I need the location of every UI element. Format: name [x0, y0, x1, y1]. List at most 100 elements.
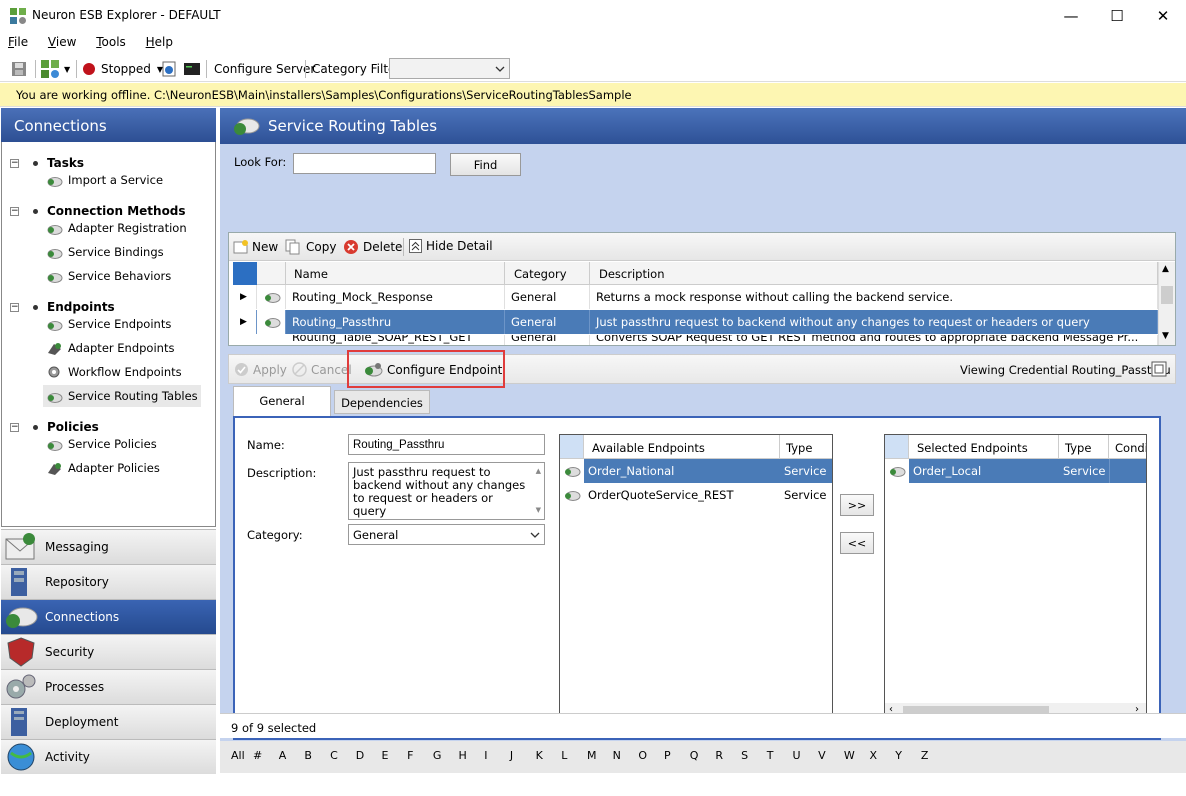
alphabet-filter-b[interactable]: B — [304, 749, 330, 762]
tree-category-policies[interactable]: − Policies — [10, 420, 99, 434]
alphabet-filter-f[interactable]: F — [407, 749, 433, 762]
alphabet-filter-g[interactable]: G — [433, 749, 459, 762]
tree-item-service-behaviors[interactable]: Service Behaviors — [43, 265, 174, 287]
tree-category-connection-methods[interactable]: − Connection Methods — [10, 204, 186, 218]
info-button[interactable] — [162, 59, 176, 79]
collapse-icon[interactable]: − — [10, 158, 19, 168]
menu-help[interactable]: Help — [138, 32, 181, 49]
scroll-thumb[interactable] — [1161, 286, 1173, 304]
scroll-up-icon[interactable]: ▲ — [536, 465, 541, 478]
row-expand-icon[interactable]: ▶ — [233, 285, 257, 309]
list-item[interactable]: Order_National Service — [560, 459, 832, 483]
tab-general[interactable]: General — [233, 386, 331, 416]
available-type-header[interactable]: Type — [780, 435, 832, 459]
selected-condition-header[interactable]: Conditi — [1109, 435, 1146, 459]
deploy-dropdown-button[interactable]: ▼ — [40, 59, 70, 79]
alphabet-filter-n[interactable]: N — [613, 749, 639, 762]
alphabet-filter-u[interactable]: U — [792, 749, 818, 762]
alphabet-filter-r[interactable]: R — [715, 749, 741, 762]
remove-endpoint-button[interactable]: << — [840, 532, 874, 554]
alphabet-filter-s[interactable]: S — [741, 749, 767, 762]
alphabet-filter-m[interactable]: M — [587, 749, 613, 762]
new-button[interactable]: New — [233, 239, 278, 255]
alphabet-filter-j[interactable]: J — [510, 749, 536, 762]
save-button[interactable] — [10, 59, 28, 79]
alphabet-filter-z[interactable]: Z — [921, 749, 947, 762]
collapse-icon[interactable]: − — [10, 302, 19, 312]
tree-item-service-routing-tables[interactable]: Service Routing Tables — [43, 385, 201, 407]
hide-detail-button[interactable]: Hide Detail — [409, 239, 493, 253]
alphabet-filter-x[interactable]: X — [870, 749, 896, 762]
alphabet-filter-k[interactable]: K — [536, 749, 562, 762]
tab-dependencies[interactable]: Dependencies — [334, 390, 430, 414]
menu-file[interactable]: File — [0, 32, 36, 49]
list-item[interactable]: Order_Local Service — [885, 459, 1146, 483]
alphabet-filter-v[interactable]: V — [818, 749, 844, 762]
tree-item-service-policies[interactable]: Service Policies — [43, 433, 160, 455]
column-header-name[interactable]: Name — [286, 262, 505, 285]
close-button[interactable]: ✕ — [1140, 0, 1186, 32]
column-header-category[interactable]: Category — [505, 262, 590, 285]
find-button[interactable]: Find — [450, 153, 521, 176]
alphabet-filter-hash[interactable]: # — [253, 749, 279, 762]
alphabet-filter-o[interactable]: O — [638, 749, 664, 762]
alphabet-filter-h[interactable]: H — [459, 749, 485, 762]
alphabet-filter-c[interactable]: C — [330, 749, 356, 762]
list-item[interactable]: OrderQuoteService_REST Service — [560, 483, 832, 507]
alphabet-filter-p[interactable]: P — [664, 749, 690, 762]
nav-processes[interactable]: Processes — [1, 669, 216, 704]
configure-server-button[interactable]: Configure Server — [214, 59, 315, 79]
scroll-down-icon[interactable]: ▼ — [536, 504, 541, 517]
add-endpoint-button[interactable]: >> — [840, 494, 874, 516]
tree-item-adapter-endpoints[interactable]: Adapter Endpoints — [43, 337, 177, 359]
nav-repository[interactable]: Repository — [1, 564, 216, 599]
column-header-description[interactable]: Description — [590, 262, 1158, 285]
alphabet-filter-all[interactable]: All — [231, 749, 253, 762]
selected-endpoints-header[interactable]: Selected Endpoints — [909, 435, 1059, 459]
look-for-input[interactable] — [293, 153, 436, 174]
select-all-header[interactable] — [233, 262, 257, 285]
available-endpoints-header[interactable]: Available Endpoints — [584, 435, 780, 459]
table-row[interactable]: Routing_Table_SOAP_REST_GET General Conv… — [233, 335, 1158, 345]
grid-scrollbar[interactable]: ▲ ▼ — [1158, 262, 1175, 345]
cancel-button[interactable]: Cancel — [292, 362, 352, 377]
alphabet-filter-y[interactable]: Y — [895, 749, 921, 762]
alphabet-filter-e[interactable]: E — [381, 749, 407, 762]
alphabet-filter-a[interactable]: A — [279, 749, 305, 762]
delete-button[interactable]: Delete — [343, 239, 402, 255]
tree-item-workflow-endpoints[interactable]: Workflow Endpoints — [43, 361, 185, 383]
selected-type-header[interactable]: Type — [1059, 435, 1109, 459]
nav-security[interactable]: Security — [1, 634, 216, 669]
tree-item-adapter-policies[interactable]: Adapter Policies — [43, 457, 163, 479]
alphabet-filter-l[interactable]: L — [561, 749, 587, 762]
menu-tools[interactable]: Tools — [88, 32, 134, 49]
tree-category-tasks[interactable]: − Tasks — [10, 156, 84, 170]
server-status-dropdown[interactable]: Stopped ▼ — [83, 59, 163, 79]
category-select[interactable]: General — [348, 524, 545, 545]
tree-item-adapter-registration[interactable]: Adapter Registration — [43, 217, 190, 239]
tree-category-endpoints[interactable]: − Endpoints — [10, 300, 115, 314]
name-field[interactable] — [348, 434, 545, 455]
tree-item-service-endpoints[interactable]: Service Endpoints — [43, 313, 174, 335]
nav-activity[interactable]: Activity — [1, 739, 216, 774]
copy-button[interactable]: Copy — [285, 239, 336, 255]
tree-item-service-bindings[interactable]: Service Bindings — [43, 241, 167, 263]
row-expand-icon[interactable]: ▶ — [233, 310, 257, 334]
alphabet-filter-t[interactable]: T — [767, 749, 793, 762]
alphabet-filter-q[interactable]: Q — [690, 749, 716, 762]
alphabet-filter-d[interactable]: D — [356, 749, 382, 762]
maximize-detail-icon[interactable] — [1151, 361, 1167, 377]
scroll-up-icon[interactable]: ▲ — [1162, 264, 1169, 274]
maximize-button[interactable]: ☐ — [1094, 0, 1140, 32]
tree-item-import-service[interactable]: Import a Service — [43, 169, 166, 191]
alphabet-filter-w[interactable]: W — [844, 749, 870, 762]
minimize-button[interactable]: — — [1048, 0, 1094, 32]
nav-messaging[interactable]: Messaging — [1, 529, 216, 564]
category-filter-select[interactable] — [389, 58, 510, 79]
table-row[interactable]: ▶ Routing_Mock_Response General Returns … — [233, 285, 1158, 309]
nav-connections[interactable]: Connections — [1, 599, 216, 634]
collapse-icon[interactable]: − — [10, 422, 19, 432]
description-field[interactable]: Just passthru request to backend without… — [348, 462, 545, 520]
menu-view[interactable]: View — [40, 32, 84, 49]
table-row[interactable]: ▶ Routing_Passthru General Just passthru… — [233, 310, 1158, 334]
